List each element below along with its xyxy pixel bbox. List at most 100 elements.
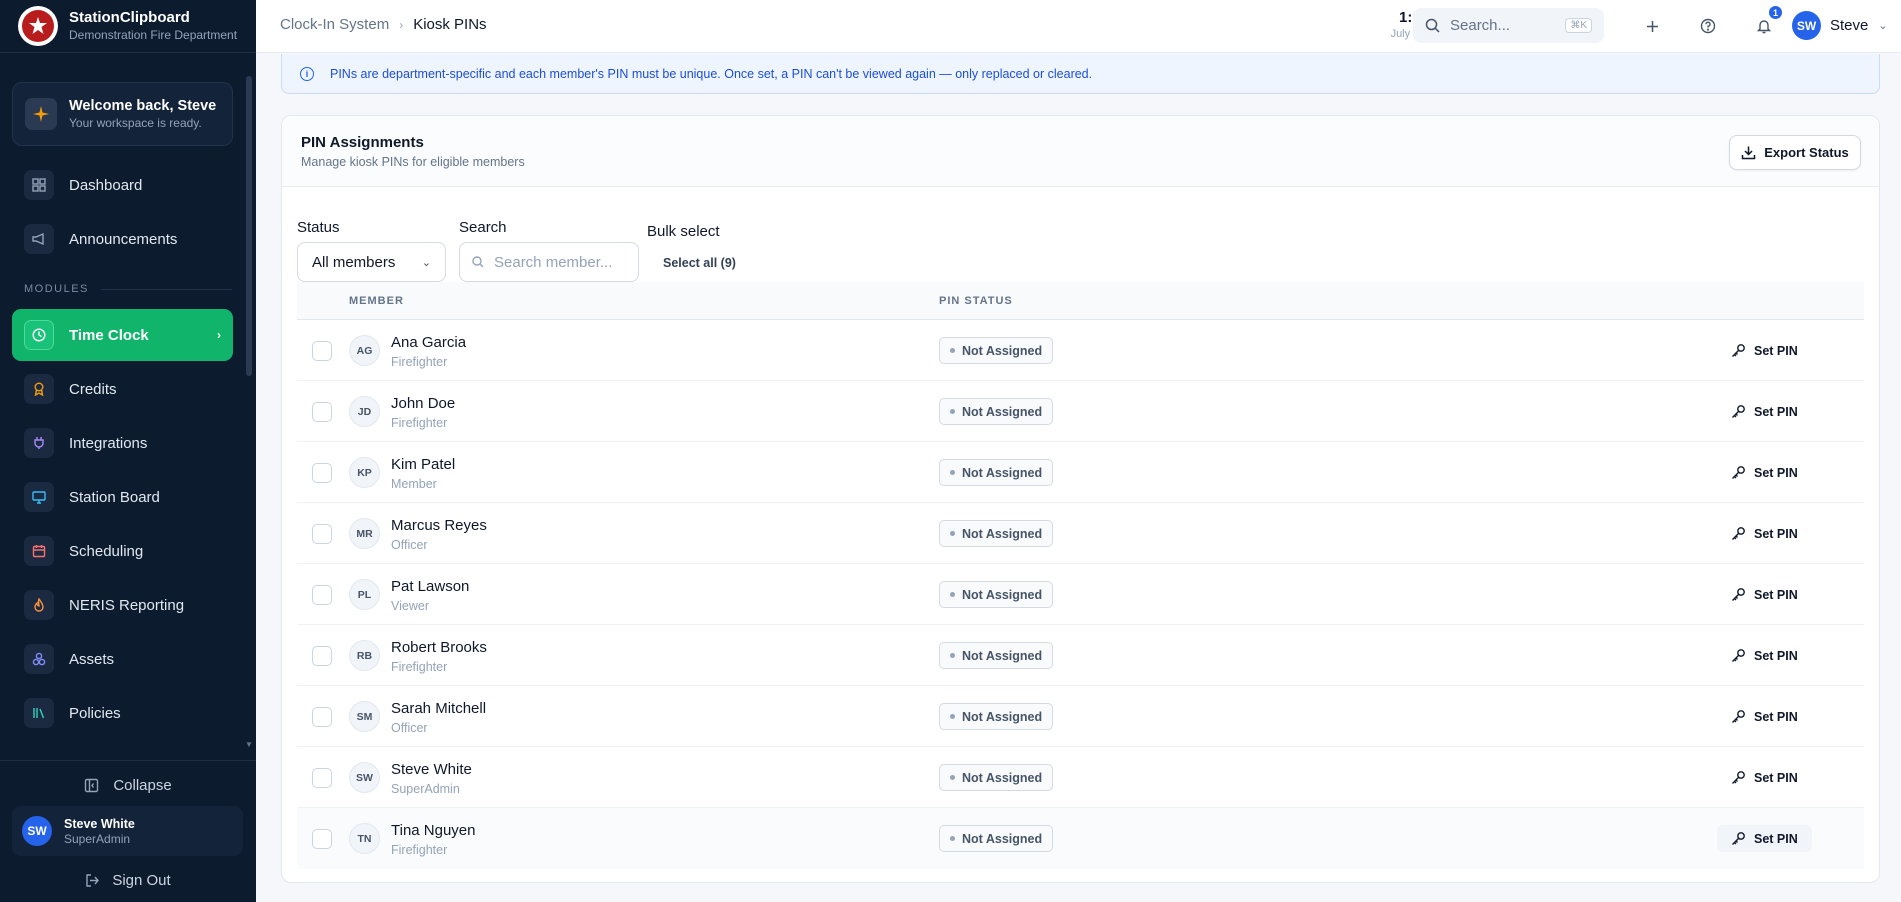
set-pin-button[interactable]: Set PIN xyxy=(1717,703,1812,730)
set-pin-button[interactable]: Set PIN xyxy=(1717,581,1812,608)
table-row: KP Kim Patel Member Not Assigned Set PIN xyxy=(297,442,1864,503)
brand[interactable]: StationClipboard Demonstration Fire Depa… xyxy=(0,0,256,53)
set-pin-label: Set PIN xyxy=(1754,404,1798,419)
key-icon xyxy=(1732,832,1745,845)
panel-left-icon xyxy=(85,778,99,792)
user-menu[interactable]: SW Steve ⌄ xyxy=(1792,11,1888,40)
sidebar-footer: Collapse SW Steve White SuperAdmin Sign … xyxy=(0,760,256,902)
status-dot-icon xyxy=(950,470,955,475)
megaphone-icon xyxy=(24,224,54,254)
key-icon xyxy=(1732,466,1745,479)
avatar: TN xyxy=(349,823,380,854)
row-checkbox[interactable] xyxy=(312,646,332,666)
breadcrumb: Clock-In System › Kiosk PINs xyxy=(280,16,487,33)
status-badge-label: Not Assigned xyxy=(962,404,1043,419)
row-checkbox[interactable] xyxy=(312,402,332,422)
breadcrumb-current: Kiosk PINs xyxy=(413,16,487,33)
row-checkbox[interactable] xyxy=(312,707,332,727)
global-search-input[interactable]: Search... ⌘K xyxy=(1413,8,1604,43)
nav-policies[interactable]: Policies xyxy=(12,687,233,739)
row-checkbox[interactable] xyxy=(312,585,332,605)
export-status-label: Export Status xyxy=(1764,145,1849,160)
search-icon xyxy=(472,256,484,268)
status-filter-select[interactable]: All members ⌄ xyxy=(297,242,446,282)
member-role: SuperAdmin xyxy=(391,782,460,796)
set-pin-button[interactable]: Set PIN xyxy=(1717,398,1812,425)
sidebar-scrollbar[interactable] xyxy=(246,76,252,376)
row-checkbox[interactable] xyxy=(312,829,332,849)
member-name: John Doe xyxy=(391,395,456,412)
key-icon xyxy=(1732,710,1745,723)
sidebar-user-card[interactable]: SW Steve White SuperAdmin xyxy=(12,806,243,856)
card-subtitle: Manage kiosk PINs for eligible members xyxy=(301,155,525,169)
nav-dashboard-label: Dashboard xyxy=(69,176,143,194)
status-badge-label: Not Assigned xyxy=(962,526,1043,541)
help-button[interactable] xyxy=(1695,13,1721,39)
chevron-down-icon: ⌄ xyxy=(421,256,431,269)
sign-out-label: Sign Out xyxy=(112,871,171,889)
member-name: Sarah Mitchell xyxy=(391,700,487,717)
nav-assets[interactable]: Assets xyxy=(12,633,233,685)
brand-subtitle: Demonstration Fire Department xyxy=(69,28,238,42)
nav-integrations[interactable]: Integrations xyxy=(12,417,233,469)
table-row: SW Steve White SuperAdmin Not Assigned S… xyxy=(297,747,1864,808)
set-pin-button[interactable]: Set PIN xyxy=(1717,764,1812,791)
table-row: AG Ana Garcia Firefighter Not Assigned S… xyxy=(297,320,1864,381)
set-pin-button[interactable]: Set PIN xyxy=(1717,642,1812,669)
status-badge-label: Not Assigned xyxy=(962,465,1043,480)
status-badge-label: Not Assigned xyxy=(962,343,1043,358)
key-icon xyxy=(1732,771,1745,784)
collapse-button[interactable]: Collapse xyxy=(0,773,256,797)
chevron-down-icon: ⌄ xyxy=(1878,20,1888,32)
set-pin-button[interactable]: Set PIN xyxy=(1717,337,1812,364)
avatar: PL xyxy=(349,579,380,610)
member-role: Firefighter xyxy=(391,843,448,857)
status-dot-icon xyxy=(950,348,955,353)
breadcrumb-parent[interactable]: Clock-In System xyxy=(280,16,389,33)
chevron-right-icon: › xyxy=(399,17,404,32)
sign-out-button[interactable]: Sign Out xyxy=(0,865,256,895)
nav-credits[interactable]: Credits xyxy=(12,363,233,415)
row-checkbox[interactable] xyxy=(312,341,332,361)
search-filter-label: Search xyxy=(459,219,507,236)
plus-icon xyxy=(1646,20,1658,32)
row-checkbox[interactable] xyxy=(312,524,332,544)
add-button[interactable] xyxy=(1639,13,1665,39)
set-pin-button[interactable]: Set PIN xyxy=(1717,825,1812,852)
member-role: Officer xyxy=(391,721,428,735)
member-name: Kim Patel xyxy=(391,456,456,473)
notifications-button[interactable]: 1 xyxy=(1751,5,1783,39)
row-checkbox[interactable] xyxy=(312,463,332,483)
nav-neris-reporting[interactable]: NERIS Reporting xyxy=(12,579,233,631)
nav-station-board[interactable]: Station Board xyxy=(12,471,233,523)
status-dot-icon xyxy=(950,531,955,536)
scroll-down-arrow-icon[interactable]: ▼ xyxy=(245,740,253,749)
nav-time-clock[interactable]: Time Clock › xyxy=(12,309,233,361)
help-circle-icon xyxy=(1700,18,1716,34)
nav-credits-label: Credits xyxy=(69,380,117,398)
welcome-title: Welcome back, Steve xyxy=(69,98,217,114)
export-status-button[interactable]: Export Status xyxy=(1729,135,1861,170)
filters-bar: Status All members ⌄ Search Search membe… xyxy=(297,202,1867,282)
member-search-input[interactable]: Search member... xyxy=(459,242,639,282)
table-row: MR Marcus Reyes Officer Not Assigned Set… xyxy=(297,503,1864,564)
key-icon xyxy=(1732,405,1745,418)
key-icon xyxy=(1732,649,1745,662)
award-icon xyxy=(24,374,54,404)
table-body: AG Ana Garcia Firefighter Not Assigned S… xyxy=(297,320,1864,869)
status-badge: Not Assigned xyxy=(939,764,1054,791)
member-role: Officer xyxy=(391,538,428,552)
nav-dashboard[interactable]: Dashboard xyxy=(12,159,233,211)
nav-announcements[interactable]: Announcements xyxy=(12,213,233,265)
row-checkbox[interactable] xyxy=(312,768,332,788)
set-pin-button[interactable]: Set PIN xyxy=(1717,520,1812,547)
select-all-button[interactable]: Select all (9) xyxy=(647,256,752,270)
status-badge-label: Not Assigned xyxy=(962,587,1043,602)
set-pin-button[interactable]: Set PIN xyxy=(1717,459,1812,486)
modules-section-label: MODULES xyxy=(24,283,232,295)
collapse-label: Collapse xyxy=(113,776,172,794)
avatar: RB xyxy=(349,640,380,671)
status-badge: Not Assigned xyxy=(939,398,1054,425)
status-dot-icon xyxy=(950,714,955,719)
nav-scheduling[interactable]: Scheduling xyxy=(12,525,233,577)
